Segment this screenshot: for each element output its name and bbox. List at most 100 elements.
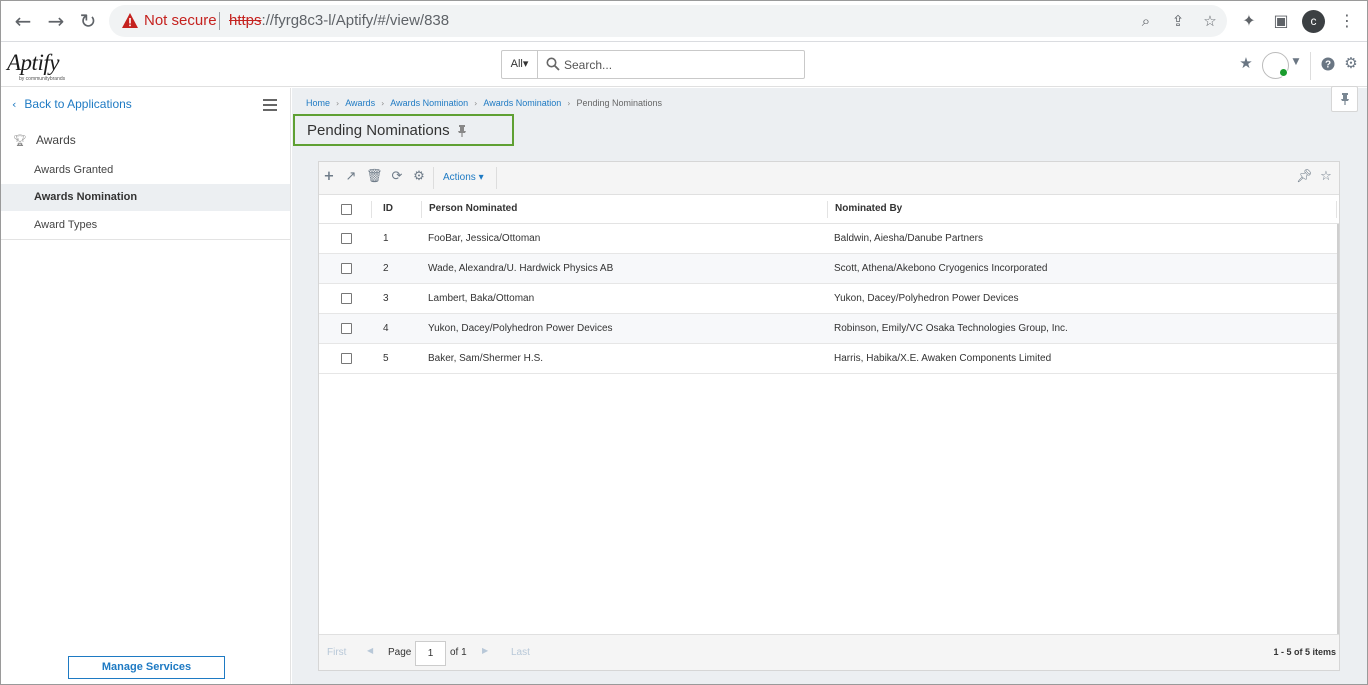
breadcrumb-separator-icon: › [474,99,478,108]
back-to-applications-link[interactable]: ‹ Back to Applications [12,97,132,111]
breadcrumb-separator-icon: › [336,99,340,108]
row-checkbox[interactable] [341,353,352,364]
trophy-icon: 🏆︎ [13,134,27,147]
grid-scrollbar[interactable] [1337,224,1339,634]
sidebar: ‹ Back to Applications 🏆︎ Awards Awards Gr… [1,88,291,684]
manage-services-button[interactable]: Manage Services [68,656,225,679]
user-menu-caret-icon[interactable]: ▼ [1291,56,1301,68]
page-title-highlight: Pending Nominations [293,114,514,146]
profile-avatar[interactable]: c [1302,10,1325,33]
cell-id: 5 [383,353,389,364]
sidebar-item-awards-nomination[interactable]: Awards Nomination [1,184,290,211]
table-row[interactable]: 1 FooBar, Jessica/Ottoman Baldwin, Aiesh… [319,224,1339,254]
url-path: ://fyrg8c3-l/Aptify/#/view/838 [261,12,450,29]
toolbar-divider [496,167,497,189]
forward-arrow-icon[interactable]: → [44,9,68,33]
browser-toolbar: ← → ↻ Not secure https://fyrg8c3-l/Aptif… [1,1,1367,42]
column-divider [421,201,422,218]
row-checkbox[interactable] [341,233,352,244]
breadcrumb-awards[interactable]: Awards [345,98,375,108]
cell-person-nominated: Yukon, Dacey/Polyhedron Power Devices [428,323,613,334]
cell-id: 1 [383,233,389,244]
row-checkbox[interactable] [341,293,352,304]
back-link-label: Back to Applications [24,97,132,111]
back-arrow-icon[interactable]: ← [11,9,35,33]
app-header: Aptify by communitybrands All▾ ★ ▼ ? ⚙ [1,42,1367,87]
online-status-dot [1279,68,1288,77]
pager-page-label: Page [388,647,412,658]
breadcrumb-awards-nomination[interactable]: Awards Nomination [390,98,468,108]
sidebar-item-awards-granted[interactable]: Awards Granted [1,157,290,184]
sidebar-item-award-types[interactable]: Award Types [1,212,290,239]
sidebar-group-awards[interactable]: 🏆︎ Awards [13,133,76,147]
sidebar-divider [1,239,290,240]
favorite-star-icon[interactable]: ☆ [1318,169,1334,185]
address-bar[interactable]: Not secure https://fyrg8c3-l/Aptify/#/vi… [109,5,1227,37]
url-text[interactable]: https://fyrg8c3-l/Aptify/#/view/838 [229,12,449,29]
main-content: Home › Awards › Awards Nomination › Awards Nom… [292,86,1367,684]
pager-next-icon[interactable]: ▶ [482,646,488,655]
breadcrumb: Home › Awards › Awards Nomination › Awards Nom… [306,98,662,108]
cell-person-nominated: Wade, Alexandra/U. Hardwick Physics AB [428,263,614,274]
pager-item-count: 1 - 5 of 5 items [1273,647,1336,657]
side-panel-icon[interactable]: ▣ [1270,10,1292,32]
column-divider [371,201,372,218]
grid-header-row: ID Person Nominated Nominated By [319,195,1339,224]
table-row[interactable]: 3 Lambert, Baka/Ottoman Yukon, Dacey/Pol… [319,284,1339,314]
breadcrumb-separator-icon: › [381,99,385,108]
table-row[interactable]: 4 Yukon, Dacey/Polyhedron Power Devices … [319,314,1339,344]
kebab-menu-icon[interactable]: ⋮ [1336,10,1358,32]
table-row[interactable]: 2 Wade, Alexandra/U. Hardwick Physics AB… [319,254,1339,284]
cell-person-nominated: Baker, Sam/Shermer H.S. [428,353,544,364]
delete-trash-icon[interactable]: 🗑︎ [366,169,383,185]
pin-icon[interactable] [457,125,467,137]
pager-page-input[interactable] [415,641,446,666]
cell-person-nominated: Lambert, Baka/Ottoman [428,293,535,304]
security-label[interactable]: Not secure [144,12,217,29]
select-all-checkbox[interactable] [341,204,352,215]
cell-nominated-by: Baldwin, Aiesha/Danube Partners [834,233,983,244]
search-icon [546,57,560,71]
breadcrumb-awards-nomination-2[interactable]: Awards Nomination [483,98,561,108]
column-header-id[interactable]: ID [383,203,393,214]
bookmark-star-icon[interactable]: ☆ [1200,11,1220,31]
zoom-icon[interactable]: ⌕ [1136,11,1156,31]
cell-nominated-by: Scott, Athena/Akebono Cryogenics Incorpo… [834,263,1048,274]
search-scope-dropdown[interactable]: All▾ [502,51,538,78]
search-input[interactable] [564,55,794,75]
share-icon[interactable]: ⇪ [1168,11,1188,31]
screen: ← → ↻ Not secure https://fyrg8c3-l/Aptif… [0,0,1368,685]
hamburger-menu-icon[interactable] [263,99,277,111]
actions-dropdown-button[interactable]: Actions ▾ [443,172,484,183]
pager-of-label: of 1 [450,647,467,658]
global-search: All▾ [501,50,805,79]
settings-gear-icon[interactable]: ⚙ [1342,54,1360,72]
cell-nominated-by: Yukon, Dacey/Polyhedron Power Devices [834,293,1019,304]
cell-id: 2 [383,263,389,274]
pin-panel-button[interactable] [1331,86,1358,112]
pager-last-link[interactable]: Last [511,647,530,658]
extensions-icon[interactable]: ✦ [1238,10,1260,32]
column-header-nominated-by[interactable]: Nominated By [835,203,902,214]
sidebar-group-label: Awards [35,133,76,147]
pager-prev-icon[interactable]: ◀ [367,646,373,655]
reload-icon[interactable]: ↻ [76,9,100,33]
grid-pager: First ◀ Page of 1 ▶ Last 1 - 5 of 5 item… [319,634,1339,670]
help-icon[interactable]: ? [1321,57,1335,71]
open-external-icon[interactable]: ↗ [343,169,359,185]
favorites-star-icon[interactable]: ★ [1237,54,1255,72]
cell-nominated-by: Robinson, Emily/VC Osaka Technologies Gr… [834,323,1068,334]
cell-id: 3 [383,293,389,304]
refresh-icon[interactable]: ⟳ [389,169,405,185]
column-header-person-nominated[interactable]: Person Nominated [429,203,517,214]
add-icon[interactable]: + [321,169,337,185]
breadcrumb-home[interactable]: Home [306,98,330,108]
settings-gear-icon[interactable]: ⚙ [411,169,427,185]
row-checkbox[interactable] [341,323,352,334]
row-checkbox[interactable] [341,263,352,274]
pin-icon[interactable]: 📌︎ [1296,169,1313,185]
cell-nominated-by: Harris, Habika/X.E. Awaken Components Li… [834,353,1052,364]
table-row[interactable]: 5 Baker, Sam/Shermer H.S. Harris, Habika… [319,344,1339,374]
pager-first-link[interactable]: First [327,647,346,658]
aptify-logo[interactable]: Aptify [7,50,59,76]
